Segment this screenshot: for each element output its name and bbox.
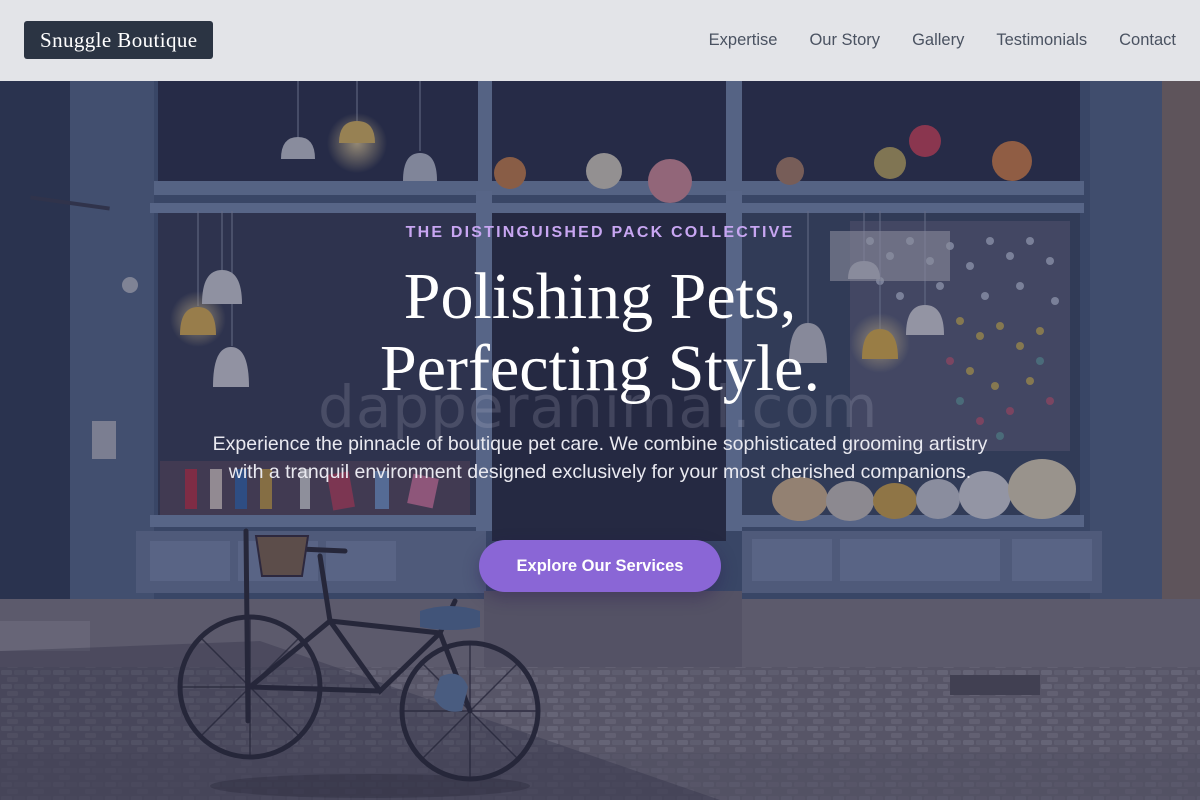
explore-services-button[interactable]: Explore Our Services <box>479 540 721 592</box>
nav-link-our-story[interactable]: Our Story <box>809 31 880 50</box>
nav-link-expertise[interactable]: Expertise <box>709 31 778 50</box>
hero-description: Experience the pinnacle of boutique pet … <box>212 433 988 483</box>
hero-headline: Polishing Pets, Perfecting Style. <box>0 261 1200 405</box>
nav-link-gallery[interactable]: Gallery <box>912 31 964 50</box>
hero-headline-line-1: Polishing Pets, <box>403 260 797 333</box>
nav-link-contact[interactable]: Contact <box>1119 31 1176 50</box>
site-header: Snuggle Boutique Expertise Our Story Gal… <box>0 0 1200 81</box>
hero-eyebrow: THE DISTINGUISHED PACK COLLECTIVE <box>405 224 795 241</box>
main-nav: Expertise Our Story Gallery Testimonials… <box>709 0 1176 81</box>
hero-section: THE DISTINGUISHED PACK COLLECTIVE Polish… <box>0 81 1200 800</box>
landing-page: Snuggle Boutique Expertise Our Story Gal… <box>0 0 1200 800</box>
hero-headline-line-2: Perfecting Style. <box>380 332 820 405</box>
hero-content: THE DISTINGUISHED PACK COLLECTIVE Polish… <box>0 81 1200 800</box>
brand-logo[interactable]: Snuggle Boutique <box>24 21 214 59</box>
nav-link-testimonials[interactable]: Testimonials <box>996 31 1087 50</box>
